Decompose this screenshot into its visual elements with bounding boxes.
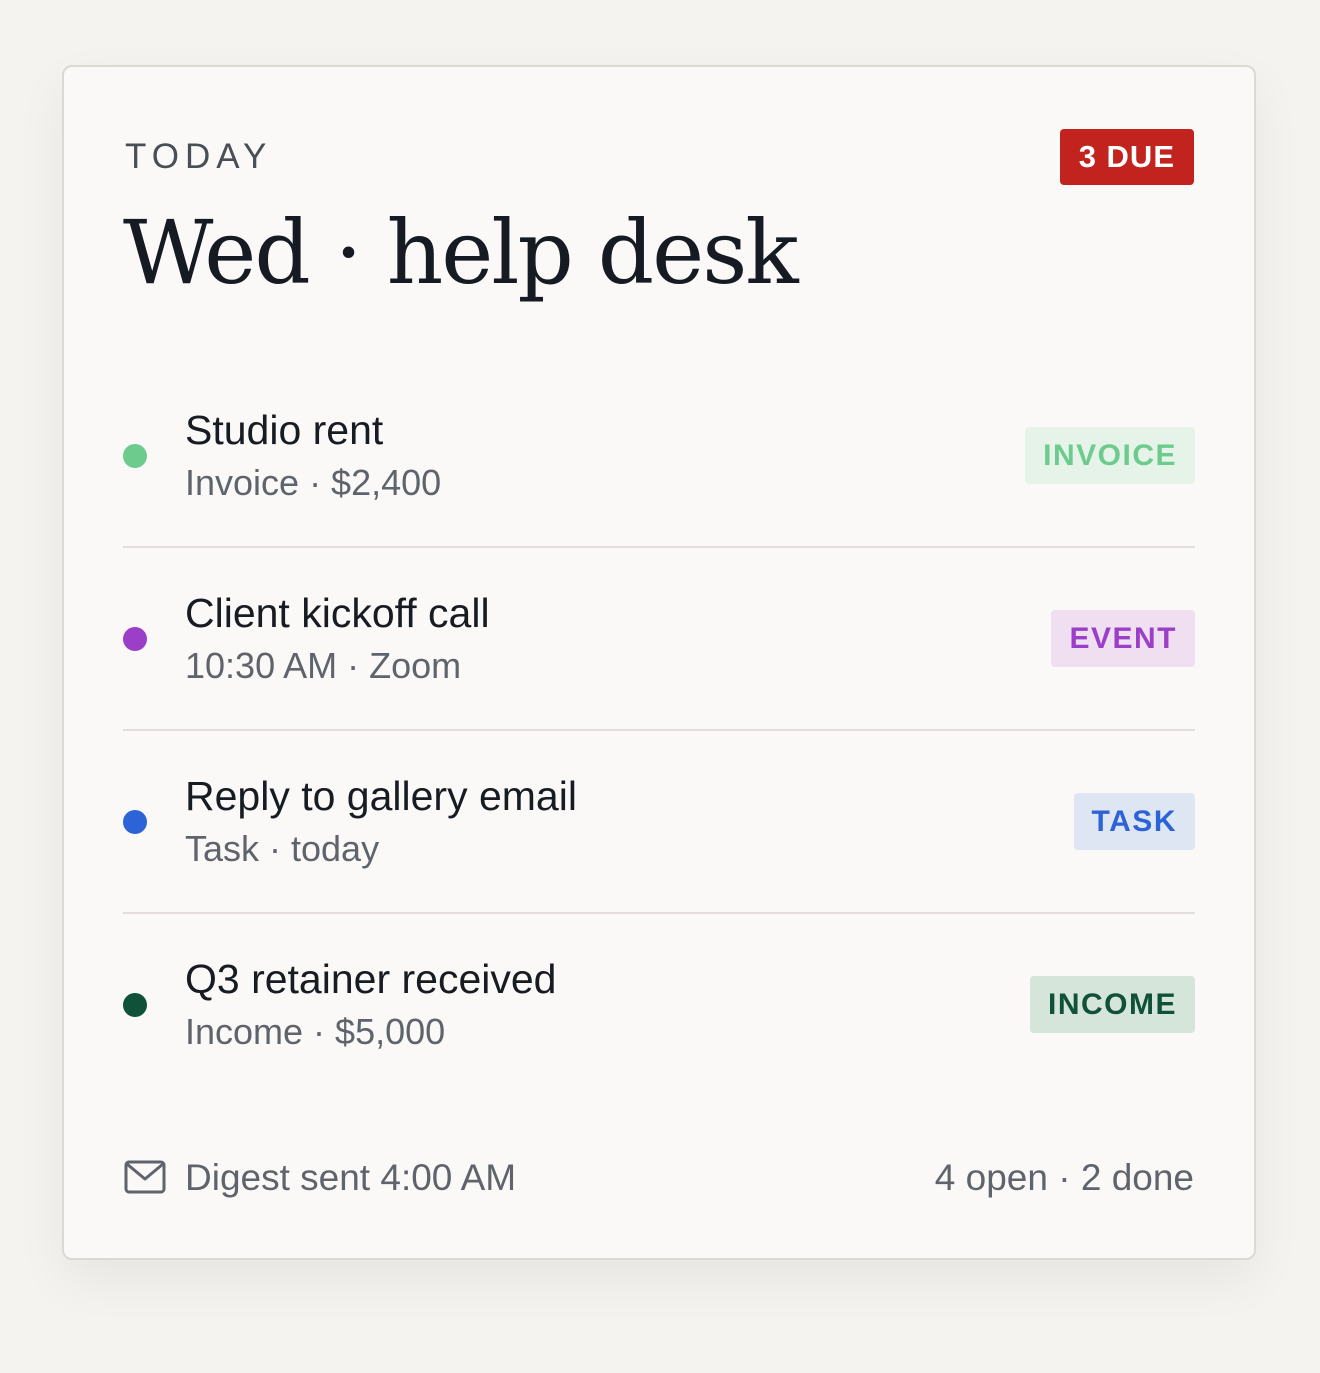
list-item[interactable]: Q3 retainer received Income · $5,000 INC… [123, 914, 1195, 1097]
due-count-badge: 3 DUE [1059, 129, 1194, 185]
item-subtitle: Income · $5,000 [185, 1011, 446, 1052]
list-item[interactable]: Reply to gallery email Task · today TASK [123, 731, 1195, 914]
list-item[interactable]: Client kickoff call 10:30 AM · Zoom EVEN… [123, 548, 1195, 731]
type-tag: EVENT [1051, 610, 1195, 667]
item-title: Q3 retainer received [185, 956, 557, 1002]
item-subtitle: Task · today [185, 828, 380, 869]
type-tag: INCOME [1030, 976, 1195, 1033]
digest-status: Digest sent 4:00 AM [185, 1157, 517, 1198]
item-subtitle: 10:30 AM · Zoom [185, 645, 462, 686]
page-title: Wed · help desk [123, 201, 799, 304]
item-title: Reply to gallery email [185, 773, 577, 819]
status-dot [123, 627, 147, 651]
status-dot [123, 993, 147, 1017]
status-dot [123, 444, 147, 468]
item-title: Studio rent [185, 407, 384, 453]
type-tag: INVOICE [1025, 427, 1195, 484]
item-title: Client kickoff call [185, 590, 490, 636]
status-dot [123, 810, 147, 834]
mail-icon [124, 1160, 166, 1194]
today-card: TODAY 3 DUE Wed · help desk Studio rent … [62, 65, 1256, 1260]
list-item[interactable]: Studio rent Invoice · $2,400 INVOICE [123, 365, 1195, 548]
eyebrow-label: TODAY [125, 137, 273, 176]
item-subtitle: Invoice · $2,400 [185, 462, 442, 503]
type-tag: TASK [1073, 793, 1195, 850]
summary-count: 4 open · 2 done [934, 1157, 1194, 1198]
